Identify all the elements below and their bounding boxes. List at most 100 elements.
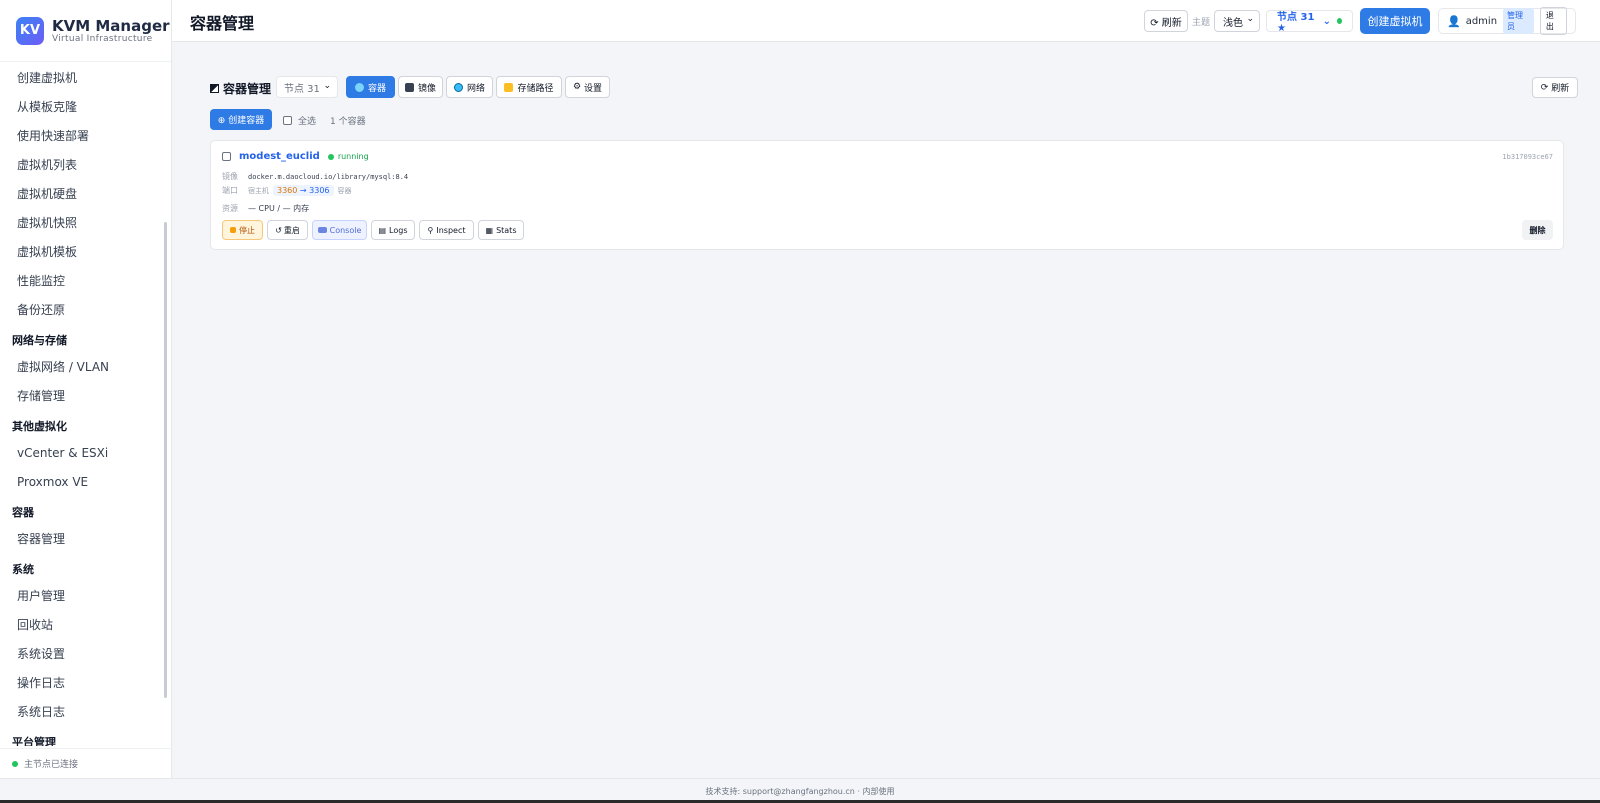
stop-button[interactable]: 停止 bbox=[222, 220, 263, 240]
theme-select-value: 浅色 bbox=[1223, 17, 1243, 29]
restart-icon: ↺ bbox=[275, 225, 282, 235]
sidebar-section-heading: 其他虚拟化 bbox=[12, 420, 67, 433]
restart-label: 重启 bbox=[283, 225, 300, 235]
select-all-label[interactable]: 全选 bbox=[298, 114, 316, 127]
restart-button[interactable]: ↺ 重启 bbox=[267, 220, 308, 240]
console-button[interactable]: Console bbox=[312, 220, 367, 240]
refresh-label: 刷新 bbox=[1551, 84, 1570, 94]
image-row: 镜像 docker.m.daocloud.io/library/mysql:8.… bbox=[222, 171, 408, 182]
delete-button[interactable]: 删除 bbox=[1522, 220, 1553, 240]
header-refresh-button[interactable]: ⟳ 刷新 bbox=[1144, 10, 1188, 32]
port-row: 端口 宿主机 3360 → 3306 容器 bbox=[222, 185, 356, 196]
image-label: 镜像 bbox=[222, 172, 238, 181]
resource-row: 资源 — CPU / — 内存 bbox=[222, 203, 309, 214]
tab-images[interactable]: 镜像 bbox=[398, 76, 443, 98]
sidebar-item[interactable]: 回收站 bbox=[0, 611, 168, 640]
container-box-icon bbox=[210, 84, 219, 93]
container-checkbox[interactable] bbox=[222, 152, 231, 161]
sidebar-section-heading: 系统 bbox=[12, 563, 34, 576]
sidebar-item[interactable]: 用户管理 bbox=[0, 582, 168, 611]
sidebar-item[interactable]: 容器管理 bbox=[0, 525, 168, 554]
node-selector[interactable]: 节点 31 ★ ⌄ bbox=[1266, 10, 1353, 34]
select-all-checkbox[interactable] bbox=[283, 116, 292, 125]
port-mapping: 3360 → 3306 bbox=[273, 185, 334, 196]
sidebar-item[interactable]: 操作日志 bbox=[0, 669, 168, 698]
sidebar-item[interactable]: 创建虚拟机 bbox=[0, 64, 168, 93]
node-select-value: 节点 31 bbox=[284, 83, 320, 95]
tab-label: 存储路径 bbox=[517, 83, 554, 94]
terminal-icon bbox=[317, 227, 327, 233]
sidebar-item[interactable]: 虚拟网络 / VLAN bbox=[0, 353, 168, 382]
container-name[interactable]: modest_euclid bbox=[239, 151, 320, 162]
tab-storage-paths[interactable]: 存储路径 bbox=[496, 76, 562, 98]
sidebar-item[interactable]: Proxmox VE bbox=[0, 468, 168, 497]
port-label: 端口 bbox=[222, 186, 238, 195]
sidebar-item[interactable]: vCenter & ESXi bbox=[0, 439, 168, 468]
folder-icon bbox=[504, 82, 514, 92]
chevron-down-icon: ⌄ bbox=[323, 81, 331, 91]
theme-select[interactable]: 浅色 ⌄ bbox=[1214, 10, 1260, 32]
host-tag: 宿主机 bbox=[248, 186, 269, 195]
brand-title: KVM Manager bbox=[52, 16, 170, 35]
inspect-label: Inspect bbox=[436, 225, 466, 235]
logs-button[interactable]: ▤ Logs bbox=[371, 220, 415, 240]
sidebar-item[interactable]: 备份还原 bbox=[0, 296, 168, 325]
status-text: running bbox=[337, 152, 369, 161]
sidebar-scrollbar[interactable] bbox=[164, 222, 167, 698]
tab-containers[interactable]: 容器 bbox=[346, 76, 395, 98]
globe-icon bbox=[453, 82, 463, 92]
logs-label: Logs bbox=[389, 225, 408, 235]
sidebar-item[interactable]: 虚拟机模板 bbox=[0, 238, 168, 267]
brand[interactable]: KV KVM Manager Virtual Infrastructure bbox=[0, 0, 171, 62]
chevron-down-icon: ⌄ bbox=[1246, 14, 1254, 24]
container-count: 1 个容器 bbox=[330, 117, 366, 127]
connection-status: 主节点已连接 bbox=[0, 748, 172, 778]
create-container-button[interactable]: ⊕ 创建容器 bbox=[210, 109, 272, 130]
theme-label: 主题 bbox=[1192, 18, 1211, 28]
sidebar-item[interactable]: 虚拟机列表 bbox=[0, 151, 168, 180]
refresh-icon: ⟳ bbox=[1540, 82, 1549, 93]
create-vm-button[interactable]: 创建虚拟机 bbox=[1360, 8, 1430, 34]
container-tag: 容器 bbox=[337, 186, 352, 195]
sidebar-item[interactable]: 系统日志 bbox=[0, 698, 168, 727]
user-name[interactable]: admin bbox=[1466, 16, 1497, 27]
tab-settings[interactable]: ⚙ 设置 bbox=[565, 76, 610, 98]
sidebar-item[interactable]: 存储管理 bbox=[0, 382, 168, 411]
container-refresh-button[interactable]: ⟳ 刷新 bbox=[1532, 77, 1578, 98]
sidebar: KV KVM Manager Virtual Infrastructure 创建… bbox=[0, 0, 172, 778]
sidebar-item[interactable]: 虚拟机快照 bbox=[0, 209, 168, 238]
image-value: docker.m.daocloud.io/library/mysql:8.4 bbox=[248, 172, 409, 181]
stop-label: 停止 bbox=[239, 225, 255, 235]
user-menu: 👤 admin 管理员 退出 bbox=[1438, 7, 1576, 35]
node-selector-label: 节点 31 ★ bbox=[1277, 12, 1315, 34]
tab-label: 网络 bbox=[466, 83, 485, 94]
console-label: Console bbox=[329, 225, 362, 235]
sidebar-item[interactable]: 系统设置 bbox=[0, 640, 168, 669]
tab-label: 镜像 bbox=[417, 83, 436, 94]
magnifier-icon: ⚲ bbox=[427, 225, 434, 235]
section-title: 容器管理 bbox=[210, 80, 271, 97]
logout-button[interactable]: 退出 bbox=[1539, 7, 1567, 35]
tab-label: 容器 bbox=[367, 83, 386, 94]
stats-button[interactable]: ▦ Stats bbox=[478, 220, 524, 240]
section-title-text: 容器管理 bbox=[223, 82, 272, 96]
tab-label: 设置 bbox=[584, 83, 603, 94]
sidebar-nav: 创建虚拟机 从模板克隆 使用快速部署 虚拟机列表 虚拟机硬盘 虚拟机快照 虚拟机模板 性能监控… bbox=[0, 64, 168, 746]
tab-networks[interactable]: 网络 bbox=[446, 76, 493, 98]
sidebar-item[interactable]: 使用快速部署 bbox=[0, 122, 168, 151]
page-footer: 技术支持: support@zhangfangzhou.cn · 内部使用 bbox=[0, 778, 1600, 803]
host-port: 3360 bbox=[277, 186, 298, 195]
sidebar-section-heading: 网络与存储 bbox=[12, 334, 67, 347]
stop-icon bbox=[230, 227, 236, 233]
brand-subtitle: Virtual Infrastructure bbox=[52, 33, 153, 44]
container-card: modest_euclid running 1b317093ce67 镜像 do… bbox=[210, 140, 1564, 250]
inspect-button[interactable]: ⚲ Inspect bbox=[419, 220, 474, 240]
node-select[interactable]: 节点 31 ⌄ bbox=[276, 76, 338, 98]
sidebar-item[interactable]: 虚拟机硬盘 bbox=[0, 180, 168, 209]
top-header: 容器管理 ⟳ 刷新 主题 浅色 ⌄ 节点 31 ★ ⌄ 创建虚拟机 👤 admi… bbox=[172, 0, 1600, 42]
container-card-header: modest_euclid running bbox=[222, 151, 369, 162]
status-badge: running bbox=[327, 152, 369, 161]
sidebar-item[interactable]: 从模板克隆 bbox=[0, 93, 168, 122]
sidebar-item[interactable]: 性能监控 bbox=[0, 267, 168, 296]
footer-text: 技术支持: support@zhangfangzhou.cn · 内部使用 bbox=[705, 787, 895, 796]
